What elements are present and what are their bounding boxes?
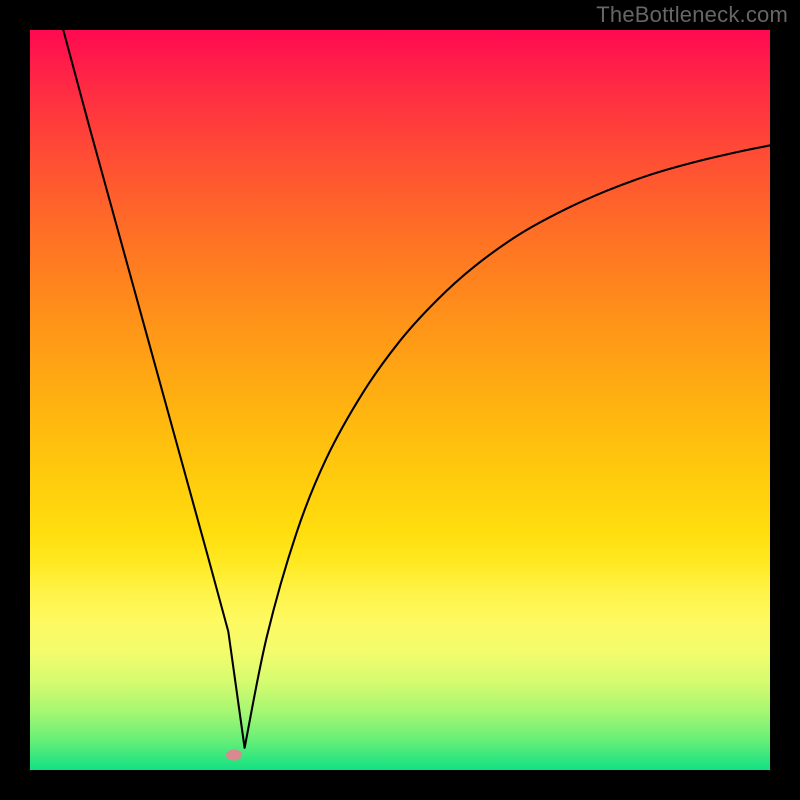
chart-frame: TheBottleneck.com bbox=[0, 0, 800, 800]
curve-svg bbox=[30, 30, 770, 770]
attribution-text: TheBottleneck.com bbox=[596, 2, 788, 28]
minimum-marker bbox=[226, 750, 242, 761]
plot-area bbox=[30, 30, 770, 770]
bottleneck-curve-path bbox=[63, 30, 770, 748]
